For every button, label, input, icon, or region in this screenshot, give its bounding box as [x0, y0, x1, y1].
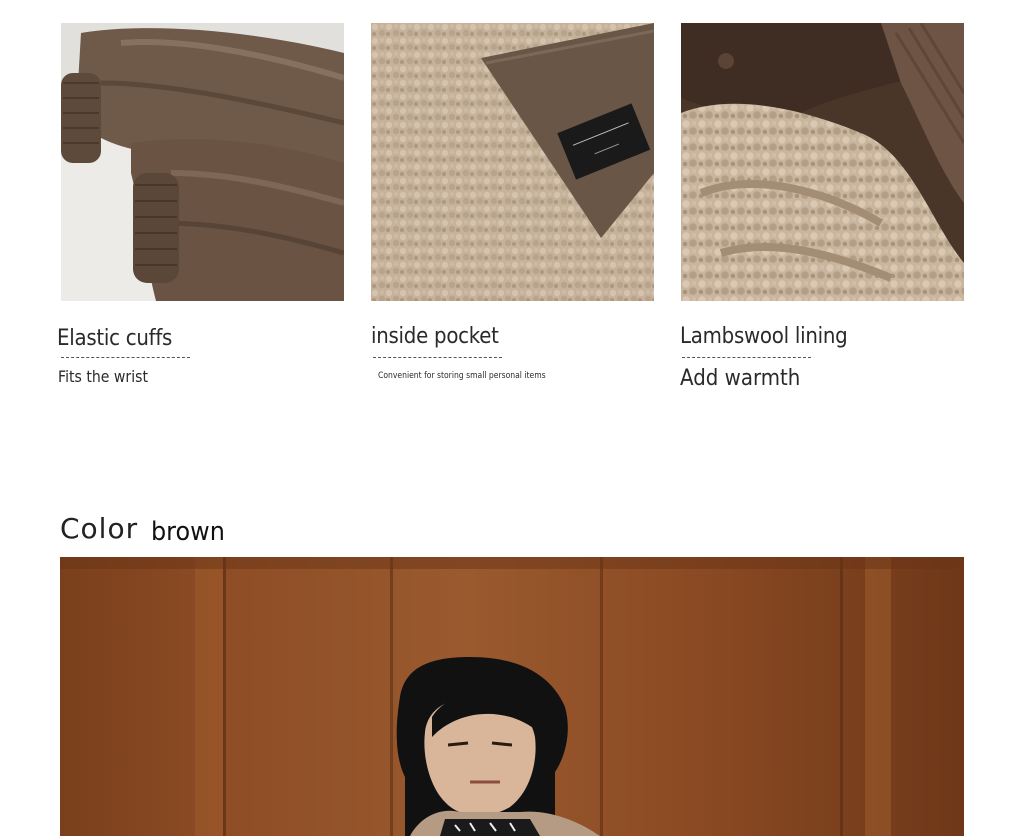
feature-title-elastic-cuffs: Elastic cuffs: [57, 326, 173, 351]
lambswool-lining-photo: [681, 23, 964, 301]
feature-divider: [682, 357, 811, 358]
inside-pocket-photo: [371, 23, 654, 301]
color-value: brown: [151, 517, 225, 547]
feature-description-lambswool-lining: Add warmth: [680, 366, 801, 391]
elastic-cuffs-photo: [61, 23, 344, 301]
feature-divider: [61, 357, 190, 358]
feature-description-inside-pocket: Convenient for storing small personal it…: [378, 371, 546, 381]
feature-description-elastic-cuffs: Fits the wrist: [58, 367, 148, 386]
feature-divider: [373, 357, 502, 358]
model-in-brown-jacket-photo: [60, 557, 964, 836]
feature-title-inside-pocket: inside pocket: [371, 324, 499, 349]
color-label: Color: [60, 512, 139, 545]
feature-title-lambswool-lining: Lambswool lining: [680, 324, 848, 349]
